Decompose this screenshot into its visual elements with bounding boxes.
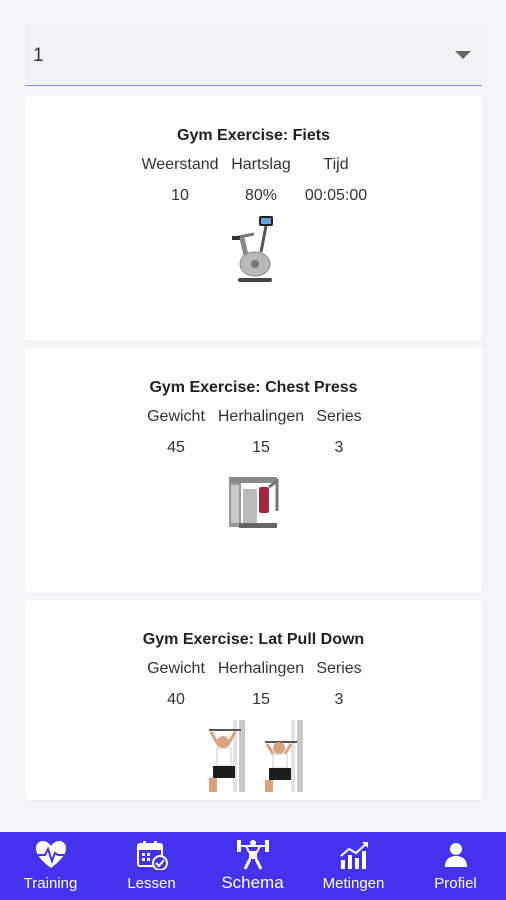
bottom-navigation: Training Lessen Schema Metingen Profiel	[0, 832, 506, 900]
nav-label: Metingen	[322, 875, 385, 892]
nav-label: Training	[23, 875, 78, 892]
nav-label: Lessen	[127, 875, 176, 892]
stat-value: 15	[252, 691, 270, 708]
exercise-card-lat-pull-down[interactable]: Gym Exercise: Lat Pull Down Gewicht 40 H…	[25, 600, 482, 800]
lat-pull-down-icon	[203, 720, 305, 797]
nav-label: Schema	[221, 873, 284, 892]
chart-growth-icon	[338, 840, 370, 875]
stat-value: 40	[167, 691, 185, 708]
stat-value: 00:05:00	[304, 187, 368, 204]
stat-value: 80%	[244, 187, 278, 204]
stat-label: Herhalingen	[217, 408, 305, 425]
stat-label: Gewicht	[147, 660, 205, 677]
schema-select[interactable]: 1	[25, 24, 482, 86]
exercise-stat-column: Gewicht 40	[141, 660, 211, 709]
stat-label: Gewicht	[147, 408, 205, 425]
stat-value: 3	[334, 439, 344, 456]
nav-item-profiel[interactable]: Profiel	[405, 832, 506, 900]
stat-label: Weerstand	[141, 156, 219, 173]
stat-label: Tijd	[323, 156, 349, 173]
exercise-stat-column: Series 3	[312, 408, 366, 457]
exercise-stat-column: Gewicht 45	[141, 408, 211, 457]
exercise-stat-column: Herhalingen 15	[213, 408, 309, 457]
stat-value: 10	[171, 187, 189, 204]
exercise-stat-column: Tijd 00:05:00	[297, 156, 375, 205]
stat-value: 15	[252, 439, 270, 456]
weightlifter-icon	[236, 838, 270, 875]
schema-select-value: 1	[33, 45, 44, 66]
stat-label: Series	[316, 660, 362, 677]
stat-label: Series	[316, 408, 362, 425]
heart-pulse-icon	[35, 840, 67, 875]
exercise-bike-icon	[228, 214, 278, 291]
exercise-card-fiets[interactable]: Gym Exercise: Fiets Weerstand 10 Hartsla…	[25, 96, 482, 341]
exercise-title: Gym Exercise: Lat Pull Down	[142, 631, 365, 648]
stat-label: Herhalingen	[217, 660, 305, 677]
nav-label: Profiel	[434, 875, 477, 892]
nav-item-lessen[interactable]: Lessen	[101, 832, 202, 900]
calendar-check-icon	[136, 840, 168, 875]
exercise-stat-column: Weerstand 10	[137, 156, 223, 205]
stat-value: 3	[334, 691, 344, 708]
stat-value: 45	[167, 439, 185, 456]
nav-item-schema[interactable]: Schema	[202, 832, 303, 900]
exercise-stat-column: Series 3	[312, 660, 366, 709]
exercise-card-chest-press[interactable]: Gym Exercise: Chest Press Gewicht 45 Her…	[25, 348, 482, 593]
chest-press-machine-icon	[225, 473, 283, 536]
exercise-title: Gym Exercise: Chest Press	[149, 379, 358, 396]
exercise-stat-column: Herhalingen 15	[213, 660, 309, 709]
nav-item-training[interactable]: Training	[0, 832, 101, 900]
exercise-stat-column: Hartslag 80%	[224, 156, 298, 205]
exercise-title: Gym Exercise: Fiets	[177, 127, 330, 144]
chevron-down-icon[interactable]	[455, 51, 471, 59]
nav-item-metingen[interactable]: Metingen	[303, 832, 404, 900]
stat-label: Hartslag	[231, 156, 291, 173]
person-icon	[442, 840, 470, 875]
